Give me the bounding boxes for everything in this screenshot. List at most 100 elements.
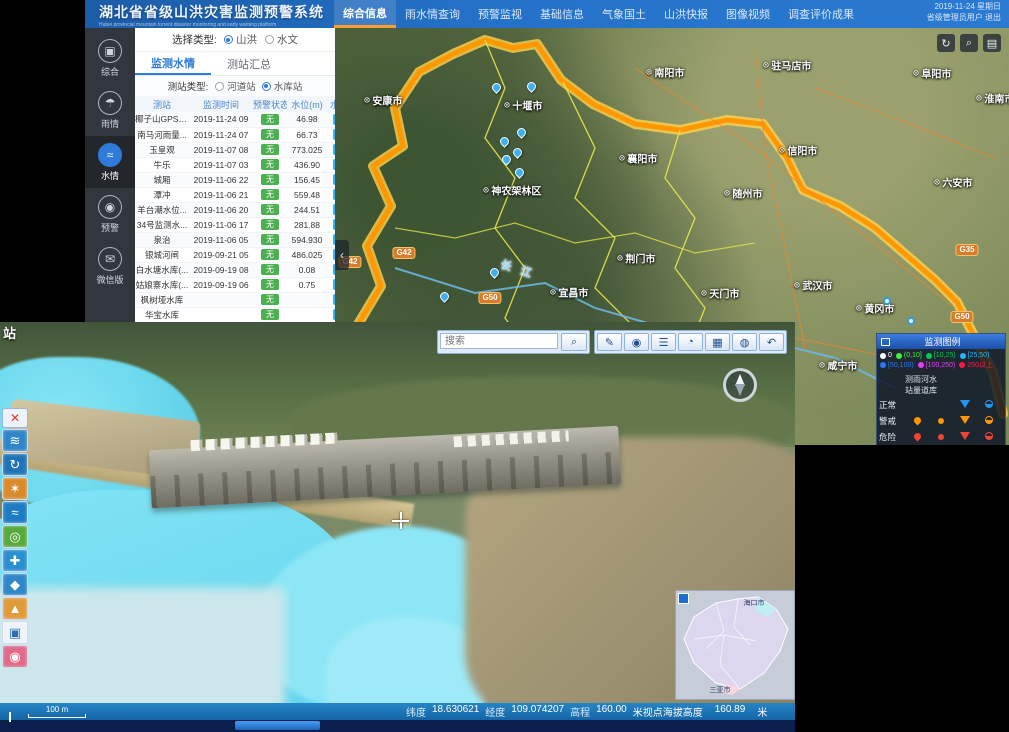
station-name-cell[interactable]: 姑娘寨水库(... — [135, 277, 189, 292]
table-row[interactable]: 白水塘水库(... 2019-09-19 08 无 0.08 = — [135, 262, 335, 277]
legend-column-label: 水库 — [929, 374, 937, 396]
table-header-cell[interactable]: 监测时间 — [189, 96, 253, 112]
station-name-cell[interactable]: 牛乐 — [135, 157, 189, 172]
viewer-button-view[interactable]: ◔ — [678, 333, 703, 351]
table-row[interactable]: 姑娘寨水库(... 2019-09-19 06 无 0.75 = — [135, 277, 335, 292]
viewer-button-list[interactable]: ☰ — [651, 333, 676, 351]
panel-tabs: 监测水情 测站汇总 — [135, 52, 335, 76]
city-marker-icon: ⊙ — [913, 69, 920, 78]
map-control-search[interactable]: ⌕ — [960, 34, 978, 52]
station-name-cell[interactable]: 城厢 — [135, 172, 189, 187]
legend-row: 警戒 — [877, 413, 1005, 429]
viewer-3d-window: 站 ✕ ≋↻✶≈◎✚◆▲▣◉ ⌕ ✎◉☰◔▦◍↶ — [0, 322, 795, 732]
nav-item-meteorology-land[interactable]: 气象国土 — [593, 0, 655, 28]
status-badge: 无 — [261, 219, 279, 230]
locate-tool[interactable]: ◎ — [2, 525, 28, 548]
search-icon[interactable]: ⌕ — [561, 333, 587, 351]
type-radio[interactable]: 水文 — [265, 32, 298, 47]
table-row[interactable]: 羊台潮水位... 2019-11-06 20 无 244.51 = — [135, 202, 335, 217]
overview-minimap[interactable]: 海口市三亚市 — [675, 590, 795, 700]
table-row[interactable]: 南马河雨量... 2019-11-24 07 无 66.73 = — [135, 127, 335, 142]
sidebar-item-warning[interactable]: ◉ 预警 — [85, 188, 135, 240]
table-row[interactable]: 潭冲 2019-11-06 21 无 559.48 = — [135, 187, 335, 202]
table-header-cell[interactable]: 预警状态 — [253, 96, 287, 112]
nav-item-flood-bulletin[interactable]: 山洪快报 — [655, 0, 717, 28]
close-icon[interactable]: ✕ — [2, 408, 28, 428]
scale-label: (0,10] — [904, 352, 922, 359]
station-name-cell[interactable]: 白水塘水库(... — [135, 262, 189, 277]
nav-item-rain-water-query[interactable]: 雨水情查询 — [396, 0, 469, 28]
monitor-point-marker[interactable] — [883, 297, 891, 305]
table-row[interactable]: 椰子山GPS站... 2019-11-24 09 无 46.98 = 46.99 — [135, 112, 335, 127]
nav-item-basic-info[interactable]: 基础信息 — [531, 0, 593, 28]
station-name-cell[interactable]: 椰子山GPS站... — [135, 112, 189, 127]
table-row[interactable]: 牛乐 2019-11-07 03 无 436.90 = — [135, 157, 335, 172]
table-row[interactable]: 城厢 2019-11-06 22 无 156.45 = — [135, 172, 335, 187]
station-symbol-icon — [905, 415, 929, 427]
status-cell: 无 — [253, 217, 287, 232]
station-name-cell[interactable]: 潭冲 — [135, 187, 189, 202]
sidebar-item-water[interactable]: ≈ 水情 — [85, 136, 135, 188]
city-label: ⊙ 随州市 — [724, 186, 763, 201]
panel-collapse-button[interactable]: ‹ — [335, 240, 349, 270]
station-name-cell[interactable]: 玉皇观 — [135, 142, 189, 157]
minimap-toggle-icon[interactable] — [678, 593, 689, 604]
station-name-cell[interactable]: 泉治 — [135, 232, 189, 247]
map-control-refresh[interactable]: ↻ — [937, 34, 955, 52]
station-type-radio[interactable]: 水库站 — [262, 79, 303, 93]
table-row[interactable]: 玉皇观 2019-11-07 08 无 773.025 = — [135, 142, 335, 157]
viewer-button-camera[interactable]: ◉ — [624, 333, 649, 351]
station-name-cell[interactable]: 南马河雨量... — [135, 127, 189, 142]
swipe-tool[interactable]: ≋ — [2, 429, 28, 452]
frame-tool[interactable]: ▣ — [2, 621, 28, 644]
tab-monitor-water[interactable]: 监测水情 — [135, 52, 211, 75]
table-header-cell[interactable]: 水势 — [327, 96, 335, 112]
station-name-cell[interactable]: 羊台潮水位... — [135, 202, 189, 217]
compass-control[interactable] — [723, 368, 757, 402]
polygon-tool[interactable]: ◆ — [2, 573, 28, 596]
viewer-button-chart[interactable]: ▦ — [705, 333, 730, 351]
table-row[interactable]: 泉治 2019-11-06 05 无 594.930 = — [135, 232, 335, 247]
table-row[interactable]: 34号监测水... 2019-11-06 17 无 281.88 = — [135, 217, 335, 232]
sidebar-item-rainfall[interactable]: ☂ 雨情 — [85, 84, 135, 136]
status-cell: 无 — [253, 262, 287, 277]
minimap-island — [676, 591, 794, 699]
sidebar-item-overview[interactable]: ▣ 综合 — [85, 32, 135, 84]
station-name-cell[interactable]: 34号监测水... — [135, 217, 189, 232]
nav-item-image-video[interactable]: 图像视频 — [717, 0, 779, 28]
user-text[interactable]: 省级管理员用户 退出 — [927, 13, 1001, 24]
viewer-button-undo[interactable]: ↶ — [759, 333, 784, 351]
monitor-point-marker[interactable] — [907, 317, 915, 325]
map-control-layers[interactable]: ▤ — [983, 34, 1001, 52]
type-radio[interactable]: 山洪 — [224, 32, 257, 47]
viewer-button-draw-plot[interactable]: ✎ — [597, 333, 622, 351]
scale-dot-icon — [918, 362, 924, 368]
trend-cell: = — [327, 277, 335, 292]
station-name-cell[interactable]: 华宝水库 — [135, 307, 189, 322]
taskbar-active-item[interactable] — [235, 721, 320, 730]
flood-analysis-tool[interactable]: ✚ — [2, 549, 28, 572]
table-header-cell[interactable]: 测站 — [135, 96, 189, 112]
viewer-search-toolbar: ⌕ ✎◉☰◔▦◍↶ — [437, 330, 787, 354]
nav-item-warning-monitor[interactable]: 预警监视 — [469, 0, 531, 28]
table-header-cell[interactable]: 水位(m) — [287, 96, 327, 112]
table-row[interactable]: 华宝水库 无 = — [135, 307, 335, 322]
table-row[interactable]: 银城河闸 2019-09-21 05 无 486.025 = — [135, 247, 335, 262]
station-type-radio[interactable]: 河道站 — [215, 79, 256, 93]
station-name-cell[interactable]: 枫树垭水库 — [135, 292, 189, 307]
station-name-cell[interactable]: 银城河闸 — [135, 247, 189, 262]
marker-tool[interactable]: ◉ — [2, 645, 28, 668]
nav-item-survey-results[interactable]: 调查评价成果 — [779, 0, 863, 28]
bottom-taskbar-strip — [0, 720, 795, 732]
tab-station-summary[interactable]: 测站汇总 — [211, 52, 287, 75]
nav-item-overview[interactable]: 综合信息 — [334, 0, 396, 28]
legend-window-icon[interactable] — [881, 338, 890, 346]
viewer-button-globe[interactable]: ◍ — [732, 333, 757, 351]
terrain-tool[interactable]: ▲ — [2, 597, 28, 620]
ripple-tool[interactable]: ≈ — [2, 501, 28, 524]
table-row[interactable]: 枫树垭水库 无 = — [135, 292, 335, 307]
search-input[interactable] — [440, 333, 558, 349]
typhoon-tool[interactable]: ✶ — [2, 477, 28, 500]
rotate-tool[interactable]: ↻ — [2, 453, 28, 476]
sidebar-item-wechat[interactable]: ✉ 微信版 — [85, 240, 135, 292]
